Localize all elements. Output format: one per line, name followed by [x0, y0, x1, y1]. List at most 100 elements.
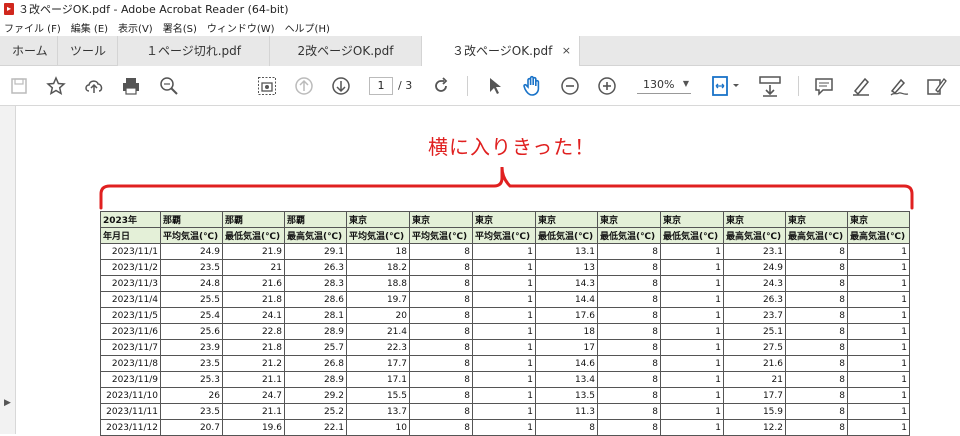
- menu-file[interactable]: ファイル (F): [4, 20, 61, 35]
- table-header-cell: 東京: [723, 211, 786, 228]
- table-cell: 1: [660, 355, 724, 372]
- table-cell: 12.2: [723, 419, 786, 436]
- table-date-cell: 2023/11/9: [100, 371, 161, 388]
- table-header-cell: 最低気温(℃): [660, 227, 724, 244]
- table-cell: 27.5: [723, 339, 786, 356]
- snapshot-icon[interactable]: [256, 75, 278, 97]
- table-header-cell: 年月日: [100, 227, 161, 244]
- table-row: 2023/11/5 25.4 24.1 28.1 20 8 1 17.6 8 1 23.7 8 1: [100, 307, 910, 324]
- table-cell: 8: [785, 323, 848, 340]
- table-cell: 8: [597, 291, 661, 308]
- previous-page-icon[interactable]: [293, 75, 315, 97]
- table-cell: 8: [597, 419, 661, 436]
- table-header-cell: 那覇: [222, 211, 285, 228]
- table-header-cell: 最高気温(℃): [847, 227, 910, 244]
- table-cell: 11.3: [535, 403, 598, 420]
- table-cell: 19.6: [222, 419, 285, 436]
- close-tab-icon[interactable]: ×: [562, 36, 571, 66]
- table-cell: 29.1: [284, 243, 347, 260]
- table-cell: 20.7: [160, 419, 223, 436]
- page-total-label: / 3: [398, 79, 413, 92]
- table-date-cell: 2023/11/6: [100, 323, 161, 340]
- table-cell: 23.9: [160, 339, 223, 356]
- table-header-cell: 最低気温(℃): [597, 227, 661, 244]
- table-cell: 8: [409, 419, 473, 436]
- table-cell: 21.8: [222, 339, 285, 356]
- table-cell: 26.3: [284, 259, 347, 276]
- table-cell: 1: [472, 291, 536, 308]
- tab-tools[interactable]: ツール: [58, 36, 118, 66]
- table-header-cell: 平均気温(℃): [472, 227, 536, 244]
- table-cell: 25.6: [160, 323, 223, 340]
- table-cell: 23.1: [723, 243, 786, 260]
- tab-doc-3[interactable]: ３改ページOK.pdf ×: [422, 36, 580, 66]
- table-cell: 28.6: [284, 291, 347, 308]
- table-header-cell: 最低気温(℃): [535, 227, 598, 244]
- table-cell: 1: [847, 403, 910, 420]
- menu-edit[interactable]: 編集 (E): [71, 20, 108, 35]
- title-bar: ▸ ３改ページOK.pdf - Adobe Acrobat Reader (64…: [0, 0, 960, 18]
- zoom-out-icon[interactable]: [559, 75, 581, 97]
- tab-bar: ホーム ツール １ページ切れ.pdf 2改ページOK.pdf ３改ページOK.p…: [0, 36, 960, 66]
- table-header-cell: 那覇: [160, 211, 223, 228]
- menu-window[interactable]: ウィンドウ(W): [207, 20, 275, 35]
- tab-doc-2[interactable]: 2改ページOK.pdf: [270, 36, 422, 66]
- table-cell: 1: [847, 355, 910, 372]
- scroll-mode-icon[interactable]: [757, 75, 783, 97]
- table-header-cell: 2023年: [100, 211, 161, 228]
- table-header-cell: 最高気温(℃): [785, 227, 848, 244]
- highlight-pen-icon[interactable]: [850, 75, 872, 97]
- left-panel-rail: ▶: [0, 106, 16, 434]
- table-header-cell: 最高気温(℃): [284, 227, 347, 244]
- acrobat-logo-icon: ▸: [4, 3, 14, 15]
- select-cursor-icon[interactable]: [484, 75, 506, 97]
- table-cell: 1: [660, 259, 724, 276]
- rotate-icon[interactable]: [430, 75, 452, 97]
- table-cell: 8: [409, 291, 473, 308]
- next-page-icon[interactable]: [330, 75, 352, 97]
- table-cell: 24.3: [723, 275, 786, 292]
- table-cell: 17: [535, 339, 598, 356]
- table-date-cell: 2023/11/4: [100, 291, 161, 308]
- tab-home[interactable]: ホーム: [0, 36, 58, 66]
- table-cell: 1: [472, 307, 536, 324]
- sign-icon[interactable]: [888, 75, 910, 97]
- fit-page-icon[interactable]: [711, 75, 741, 97]
- fill-sign-icon[interactable]: [926, 75, 948, 97]
- expand-panel-icon[interactable]: ▶: [4, 398, 11, 408]
- save-icon[interactable]: [8, 75, 30, 97]
- tab-doc-1[interactable]: １ページ切れ.pdf: [118, 36, 270, 66]
- table-cell: 21.6: [222, 275, 285, 292]
- zoom-select[interactable]: 130% ▼: [637, 78, 691, 94]
- menu-view[interactable]: 表示(V): [118, 20, 153, 35]
- table-header-cell: 平均気温(℃): [409, 227, 473, 244]
- cloud-upload-icon[interactable]: [83, 75, 105, 97]
- table-cell: 8: [785, 419, 848, 436]
- print-icon[interactable]: [120, 75, 142, 97]
- zoom-value: 130%: [643, 78, 675, 91]
- zoom-search-icon[interactable]: [158, 75, 180, 97]
- table-cell: 1: [472, 387, 536, 404]
- menu-help[interactable]: ヘルプ(H): [285, 20, 330, 35]
- star-icon[interactable]: [45, 75, 67, 97]
- table-date-cell: 2023/11/10: [100, 387, 161, 404]
- page-number-input[interactable]: 1: [369, 77, 393, 95]
- table-date-cell: 2023/11/1: [100, 243, 161, 260]
- table-cell: 21: [723, 371, 786, 388]
- table-cell: 13.4: [535, 371, 598, 388]
- table-cell: 22.1: [284, 419, 347, 436]
- table-row: 2023/11/7 23.9 21.8 25.7 22.3 8 1 17 8 1 27.5 8 1: [100, 339, 910, 356]
- table-cell: 13.7: [346, 403, 410, 420]
- table-cell: 23.5: [160, 259, 223, 276]
- table-cell: 8: [785, 339, 848, 356]
- table-cell: 21.4: [346, 323, 410, 340]
- hand-tool-icon[interactable]: [521, 75, 543, 97]
- table-cell: 26.8: [284, 355, 347, 372]
- zoom-in-icon[interactable]: [596, 75, 618, 97]
- comment-icon[interactable]: [813, 75, 835, 97]
- table-cell: 1: [472, 339, 536, 356]
- table-cell: 1: [472, 323, 536, 340]
- table-cell: 8: [409, 243, 473, 260]
- table-cell: 8: [785, 355, 848, 372]
- menu-sign[interactable]: 署名(S): [163, 20, 197, 35]
